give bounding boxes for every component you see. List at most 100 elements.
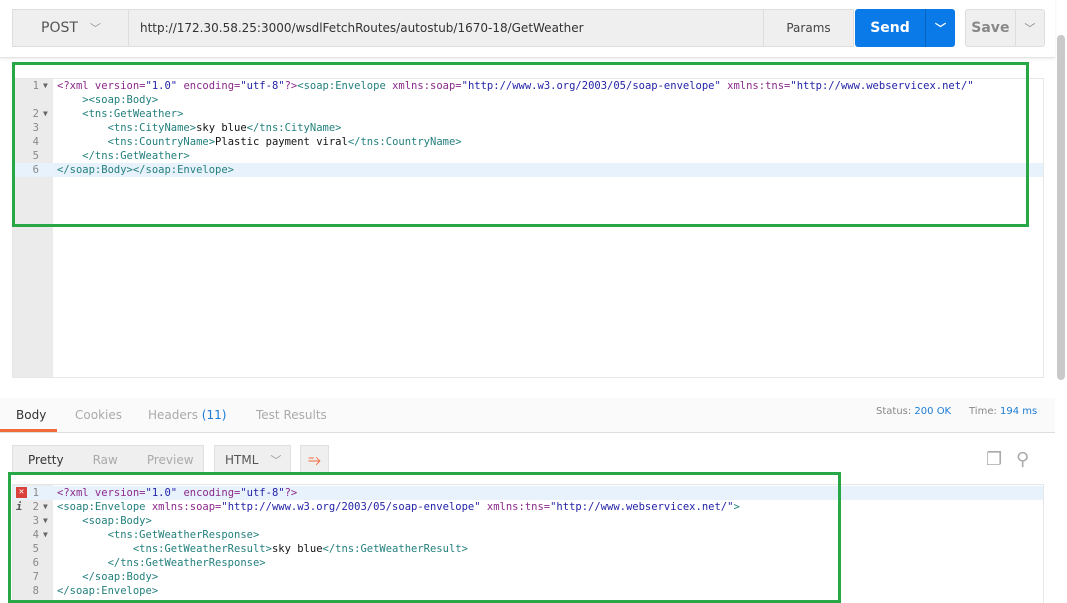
code-token-tag: <tns:CountryName>: [57, 136, 216, 148]
view-raw-button[interactable]: Raw: [93, 453, 118, 467]
send-dropdown-chevron-icon[interactable]: ﹀: [925, 9, 955, 47]
code-text: </soap:Envelope>: [57, 584, 158, 598]
code-text: <tns:CityName>sky blue</tns:CityName>: [57, 121, 342, 135]
code-token-attr: xmlns:soap=: [151, 501, 222, 513]
code-line: 4 <tns:CountryName>Plastic payment viral…: [13, 135, 1043, 149]
fold-toggle-icon[interactable]: ▼: [43, 528, 48, 542]
response-tabs: Body Cookies Headers (11) Test Results S…: [0, 398, 1055, 433]
code-line: 6 </soap:Body></soap:Envelope>: [13, 163, 1043, 177]
status-value: 200 OK: [914, 406, 952, 417]
code-text: </tns:GetWeather>: [57, 149, 190, 163]
params-button[interactable]: Params: [763, 9, 854, 47]
url-input[interactable]: http://172.30.58.25:3000/wsdlFetchRoutes…: [128, 9, 764, 47]
code-token-text: sky blue: [196, 122, 247, 134]
code-text: </soap:Body>: [57, 570, 158, 584]
request-bar: POST ﹀ http://172.30.58.25:3000/wsdlFetch…: [0, 0, 1055, 58]
tab-body[interactable]: Body: [16, 408, 46, 422]
wrap-lines-button[interactable]: ⥱: [300, 445, 329, 473]
code-text: </soap:Body></soap:Envelope>: [57, 163, 234, 177]
format-select[interactable]: HTML ﹀: [214, 445, 291, 473]
view-pretty-button[interactable]: Pretty: [28, 453, 64, 467]
fold-toggle-icon[interactable]: ▼: [43, 79, 48, 93]
code-token-attr: encoding=: [177, 487, 241, 499]
code-line: ><soap:Body>: [13, 93, 1043, 107]
time-readout: Time: 194 ms: [969, 406, 1037, 417]
line-number: 6: [32, 164, 39, 176]
time-label: Time:: [969, 406, 997, 417]
code-token-tag: <tns:GetWeather>: [57, 108, 184, 120]
tab-headers[interactable]: Headers (11): [148, 408, 226, 422]
code-line: 7 </soap:Body>: [13, 570, 1043, 584]
code-token-str: "1.0": [145, 80, 178, 92]
line-number: 1: [32, 80, 39, 92]
code-token-tag: ><soap:Body>: [57, 94, 159, 106]
code-token-str: "1.0": [145, 487, 178, 499]
save-dropdown-chevron-icon[interactable]: ﹀: [1014, 10, 1044, 46]
code-line: 4 ▼ <tns:GetWeatherResponse>: [13, 528, 1043, 542]
code-token-str: "http://www.w3.org/2003/05/soap-envelope…: [221, 501, 481, 513]
code-text: <tns:GetWeatherResult>sky blue</tns:GetW…: [57, 542, 468, 556]
code-token-tag: >: [733, 501, 740, 513]
code-token-attr: xmlns:tns=: [720, 80, 791, 92]
tab-test-results[interactable]: Test Results: [256, 408, 327, 422]
code-line: 3 <tns:CityName>sky blue</tns:CityName>: [13, 121, 1043, 135]
line-number: 6: [32, 557, 39, 569]
error-marker-icon[interactable]: ✕: [16, 487, 27, 498]
line-number: 7: [32, 571, 39, 583]
chevron-down-icon: ﹀: [270, 453, 282, 467]
line-number: 5: [32, 543, 39, 555]
send-label: Send: [870, 20, 910, 36]
code-token-attr: <?xml version=: [57, 80, 146, 92]
fold-toggle-icon[interactable]: ▼: [43, 500, 48, 514]
code-text: </tns:GetWeatherResponse>: [57, 556, 266, 570]
wrap-icon: ⥱: [308, 449, 321, 469]
code-token-tag: </soap:Body>: [57, 571, 159, 583]
code-token-tag: <tns:GetWeatherResult>: [57, 543, 272, 555]
code-token-str: "http://www.webservicex.net/": [790, 80, 974, 92]
status-label: Status:: [876, 406, 912, 417]
code-token-tag: </tns:GetWeather>: [57, 150, 190, 162]
code-token-str: "utf-8": [240, 80, 285, 92]
line-number: 4: [32, 529, 39, 541]
code-text: <soap:Body>: [57, 514, 152, 528]
method-select[interactable]: POST ﹀: [12, 9, 128, 47]
send-button[interactable]: Send ﹀: [855, 9, 955, 47]
request-body-editor[interactable]: 1 ▼ <?xml version="1.0" encoding="utf-8"?>…: [12, 78, 1044, 378]
time-value: 194 ms: [1000, 406, 1038, 417]
code-token-attr: ?>: [284, 487, 298, 499]
code-token-str: "http://www.webservicex.net/": [550, 501, 734, 513]
scrollbar[interactable]: [1057, 35, 1065, 380]
line-number: 3: [32, 122, 39, 134]
code-text: <tns:GetWeather>: [57, 107, 183, 121]
code-token-tag: </tns:GetWeatherResult>: [322, 543, 468, 555]
code-line: 8 </soap:Envelope>: [13, 584, 1043, 598]
response-body-viewer[interactable]: 1 ✕ <?xml version="1.0" encoding="utf-8"?>…: [12, 484, 1044, 603]
code-token-tag: <soap:Envelope: [57, 501, 152, 513]
method-label: POST: [41, 20, 78, 36]
code-line: 3 ▼ <soap:Body>: [13, 514, 1043, 528]
code-text: <tns:GetWeatherResponse>: [57, 528, 260, 542]
code-token-tag: <tns:GetWeatherResponse>: [57, 529, 260, 541]
code-token-attr: encoding=: [177, 80, 241, 92]
line-number: 5: [32, 150, 39, 162]
code-token-tag: </soap:Envelope>: [57, 585, 159, 597]
status-readout: Status: 200 OK: [876, 406, 951, 417]
chevron-down-icon: ﹀: [89, 22, 101, 35]
save-button[interactable]: Save ﹀: [965, 9, 1045, 47]
code-token-attr: xmlns:soap=: [392, 80, 462, 92]
fold-toggle-icon[interactable]: ▼: [43, 514, 48, 528]
code-line: 2 ▼ <tns:GetWeather>: [13, 107, 1043, 121]
code-token-attr: <?xml version=: [57, 487, 146, 499]
search-icon[interactable]: ⚲: [1016, 449, 1029, 470]
code-token-text: sky blue: [271, 543, 323, 555]
view-mode-group: Pretty Raw Preview: [12, 445, 204, 473]
view-preview-button[interactable]: Preview: [147, 453, 194, 467]
tab-headers-label: Headers: [148, 408, 198, 422]
info-marker-icon[interactable]: i: [16, 500, 22, 514]
code-token-tag: </tns:CountryName>: [347, 136, 462, 148]
tab-cookies[interactable]: Cookies: [75, 408, 122, 422]
fold-toggle-icon[interactable]: ▼: [43, 107, 48, 121]
active-tab-indicator: [0, 429, 57, 432]
copy-icon[interactable]: ❐: [986, 449, 1002, 470]
line-number: 4: [32, 136, 39, 148]
